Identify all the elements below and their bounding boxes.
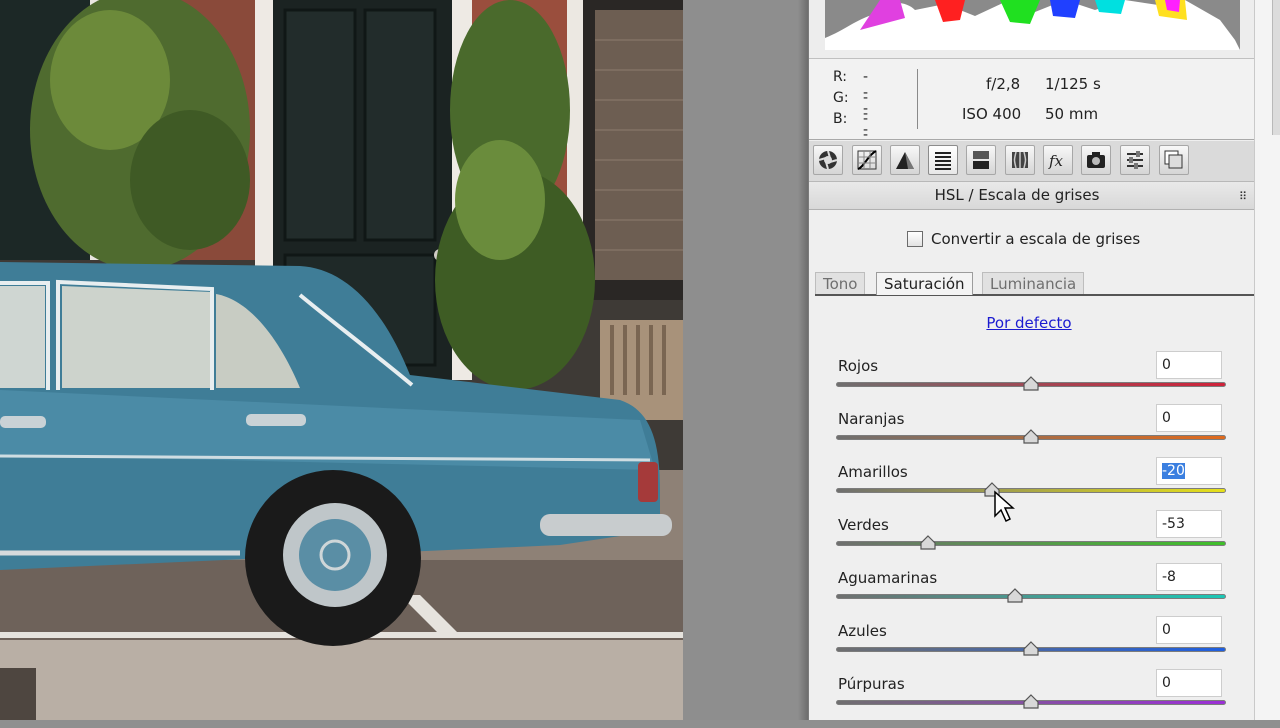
slider-label: Rojos: [838, 357, 879, 375]
g-readout: G: ---: [833, 90, 869, 138]
slider-value-text: 0: [1162, 357, 1171, 373]
grayscale-label: Convertir a escala de grises: [931, 230, 1141, 248]
b-readout: B:---: [833, 111, 868, 159]
r-readout: R: ---: [833, 69, 869, 117]
slider-label: Aguamarinas: [838, 569, 938, 587]
slider-value-text: 0: [1162, 622, 1171, 638]
slider-track[interactable]: [836, 541, 1226, 546]
tone-curve-icon[interactable]: [852, 145, 882, 175]
slider-row: Azules 0: [809, 616, 1255, 675]
hsl-icon[interactable]: [928, 145, 958, 175]
snapshots-icon[interactable]: [1159, 145, 1189, 175]
aperture: f/2,8: [986, 75, 1021, 93]
slider-value-text: 0: [1162, 410, 1171, 426]
slider-value-field[interactable]: -8: [1156, 563, 1222, 591]
slider-value-text: -53: [1162, 516, 1185, 532]
slider-label: Naranjas: [838, 410, 905, 428]
slider-value-text: -8: [1162, 569, 1176, 585]
detail-icon[interactable]: [890, 145, 920, 175]
slider-value-field[interactable]: 0: [1156, 404, 1222, 432]
presets-icon[interactable]: [1120, 145, 1150, 175]
slider-label: Azules: [838, 622, 887, 640]
slider-value-field[interactable]: 0: [1156, 616, 1222, 644]
effects-icon[interactable]: fx: [1043, 145, 1073, 175]
photo-preview[interactable]: [0, 0, 683, 720]
mouse-cursor-icon: [994, 490, 1015, 523]
car-photo-image: [0, 0, 683, 720]
slider-label: Amarillos: [838, 463, 908, 481]
slider-label: Púrpuras: [838, 675, 905, 693]
slider-value-text: -20: [1162, 463, 1185, 479]
section-header: HSL / Escala de grises ⠿: [809, 182, 1255, 210]
slider-row: Aguamarinas -8: [809, 563, 1255, 622]
panel-tabs-toolbar: fx: [809, 141, 1255, 182]
slider-value-field[interactable]: -53: [1156, 510, 1222, 538]
split-toning-icon[interactable]: [966, 145, 996, 175]
slider-row: Amarillos -20: [809, 457, 1255, 516]
iso: ISO 400: [962, 105, 1022, 123]
panel-scrollbar[interactable]: [1254, 0, 1280, 720]
slider-row: Verdes -53: [809, 510, 1255, 569]
tab-tono[interactable]: Tono: [815, 272, 866, 294]
focal-length: 50 mm: [1045, 105, 1099, 123]
default-link[interactable]: Por defecto: [809, 314, 1249, 332]
checkbox-box[interactable]: [907, 231, 923, 247]
lens-corrections-icon[interactable]: [1005, 145, 1035, 175]
camera-calibration-icon[interactable]: [1081, 145, 1111, 175]
slider-row: Púrpuras 0: [809, 669, 1255, 728]
svg-text:fx: fx: [1048, 152, 1064, 170]
canvas-background: [683, 0, 808, 720]
info-divider: [917, 69, 918, 129]
basic-icon[interactable]: [813, 145, 843, 175]
slider-value-field[interactable]: 0: [1156, 351, 1222, 379]
section-title: HSL / Escala de grises: [934, 186, 1100, 204]
histogram: [809, 0, 1255, 59]
slider-track[interactable]: [836, 594, 1226, 599]
slider-value-field[interactable]: -20: [1156, 457, 1222, 485]
hsl-tabs: Tono Saturación Luminancia: [815, 272, 1255, 296]
shutter-speed: 1/125 s: [1045, 75, 1101, 93]
slider-row: Naranjas 0: [809, 404, 1255, 463]
tab-saturacion[interactable]: Saturación: [876, 272, 973, 295]
panel-menu-icon[interactable]: ⠿: [1239, 190, 1247, 203]
image-info: R:--- G:--- B:--- f/2,8 1/125 s ISO 400 …: [809, 59, 1255, 159]
slider-row: Rojos 0: [809, 351, 1255, 410]
slider-value-text: 0: [1162, 675, 1171, 691]
tab-luminancia[interactable]: Luminancia: [982, 272, 1085, 294]
slider-value-field[interactable]: 0: [1156, 669, 1222, 697]
slider-label: Verdes: [838, 516, 889, 534]
adjustment-panel: R:--- G:--- B:--- f/2,8 1/125 s ISO 400 …: [808, 0, 1255, 720]
slider-track[interactable]: [836, 488, 1226, 493]
